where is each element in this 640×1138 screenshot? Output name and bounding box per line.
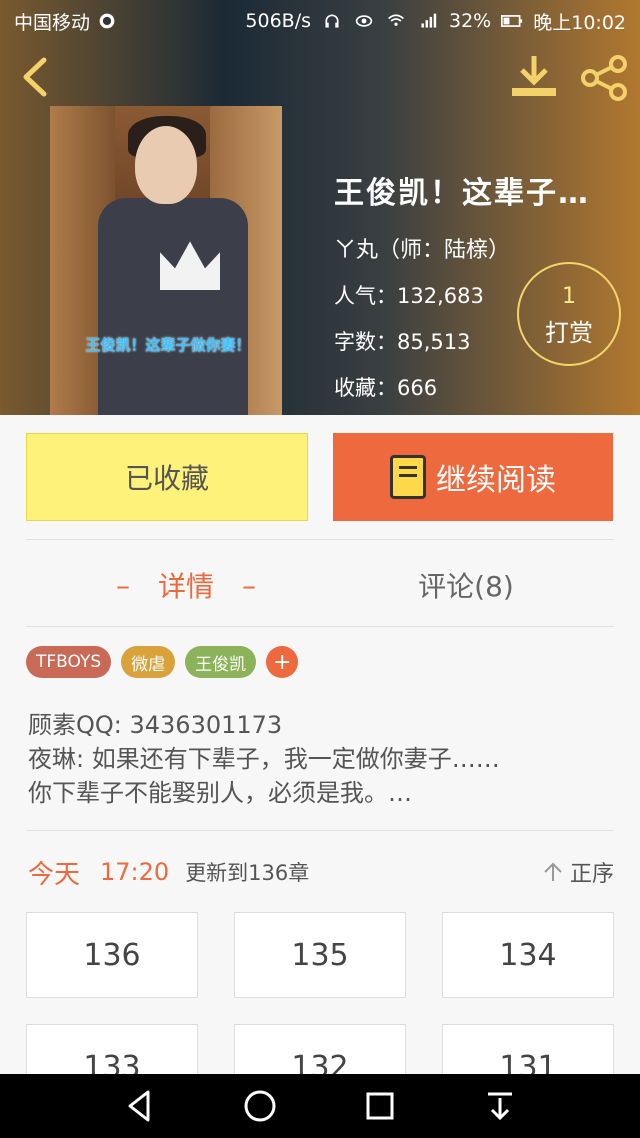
plus-icon: + bbox=[272, 649, 292, 675]
chapter-button[interactable]: 135 bbox=[234, 912, 406, 998]
update-row: 今天 17:20 更新到136章 正序 bbox=[28, 852, 614, 892]
update-day: 今天 bbox=[28, 859, 81, 890]
action-buttons: 已收藏 继续阅读 bbox=[0, 433, 640, 523]
tab-details-label: 详情 bbox=[157, 570, 214, 603]
book-author: ㄚ丸（师：陆榇） bbox=[334, 238, 511, 263]
notification-icon bbox=[99, 13, 115, 29]
circle-home-icon bbox=[244, 1090, 276, 1122]
reward-button[interactable]: 1 打赏 bbox=[517, 262, 621, 366]
book-description[interactable]: 顾素QQ: 3436301173 夜琳: 如果还有下辈子，我一定做你妻子…… 你… bbox=[28, 708, 618, 810]
favorites-row: 收藏：666 bbox=[334, 372, 634, 402]
tab-dash-left: – bbox=[115, 568, 130, 602]
battery-percent: 32% bbox=[449, 10, 492, 32]
word-count-value: 85,513 bbox=[397, 330, 471, 354]
carrier: 中国移动 bbox=[14, 8, 118, 35]
description-line: 顾素QQ: 3436301173 bbox=[28, 711, 283, 739]
nav-home-button[interactable] bbox=[240, 1086, 280, 1126]
nav-back-button[interactable] bbox=[120, 1086, 160, 1126]
eye-icon bbox=[355, 15, 373, 27]
book-title: 王俊凯！这辈子… bbox=[334, 176, 590, 211]
popularity-value: 132,683 bbox=[397, 284, 484, 308]
triangle-back-icon bbox=[128, 1090, 150, 1122]
update-text: 更新到136章 bbox=[185, 861, 310, 885]
divider bbox=[26, 830, 614, 831]
reward-count: 1 bbox=[562, 284, 576, 309]
book-cover[interactable]: 王俊凯！这辈子做你妻！ bbox=[50, 106, 282, 415]
reward-label: 打赏 bbox=[545, 319, 593, 347]
tag-list: TFBOYS 微虐 王俊凯 + bbox=[26, 646, 299, 678]
share-button[interactable] bbox=[578, 54, 630, 102]
headphones-icon bbox=[325, 14, 339, 28]
download-button[interactable] bbox=[508, 52, 560, 100]
tag-item[interactable]: 微虐 bbox=[121, 646, 176, 678]
popularity-label: 人气： bbox=[334, 284, 397, 308]
square-recents-icon bbox=[366, 1092, 394, 1120]
net-speed: 506B/s bbox=[245, 10, 311, 32]
detail-tabs: – 详情 – 评论(8) bbox=[26, 545, 614, 625]
battery-icon bbox=[501, 15, 523, 27]
cover-figure-body bbox=[98, 198, 248, 415]
share-icon bbox=[581, 55, 627, 101]
collected-label: 已收藏 bbox=[124, 462, 209, 495]
chapter-button[interactable]: 134 bbox=[442, 912, 614, 998]
cover-figure-head bbox=[135, 126, 197, 204]
system-nav-bar bbox=[0, 1074, 640, 1138]
tag-item[interactable]: 王俊凯 bbox=[185, 646, 257, 678]
description-line: 夜琳: 如果还有下辈子，我一定做你妻子…… bbox=[28, 745, 500, 773]
cover-caption: 王俊凯！这辈子做你妻！ bbox=[85, 336, 251, 354]
back-button[interactable] bbox=[14, 54, 60, 100]
carrier-name: 中国移动 bbox=[14, 11, 91, 34]
favorites-label: 收藏： bbox=[334, 376, 397, 400]
update-time: 17:20 bbox=[100, 858, 170, 886]
tab-comments[interactable]: 评论(8) bbox=[386, 563, 546, 607]
continue-reading-button[interactable]: 继续阅读 bbox=[333, 433, 613, 521]
clock: 晚上10:02 bbox=[533, 11, 626, 34]
tag-item[interactable]: TFBOYS bbox=[26, 646, 112, 678]
tab-dash-right: – bbox=[242, 568, 256, 602]
nav-notifications-button[interactable] bbox=[480, 1086, 520, 1126]
divider bbox=[26, 539, 614, 540]
sort-order-label: 正序 bbox=[569, 862, 614, 887]
status-bar: 中国移动 506B/s 32% 晚上10:02 bbox=[0, 0, 640, 42]
wifi-icon bbox=[388, 14, 404, 26]
book-icon bbox=[390, 455, 426, 499]
chapter-button[interactable]: 136 bbox=[26, 912, 198, 998]
signal-icon bbox=[421, 13, 437, 28]
top-bar bbox=[0, 44, 640, 114]
nav-recents-button[interactable] bbox=[360, 1086, 400, 1126]
tab-details[interactable]: – 详情 – bbox=[96, 563, 276, 607]
description-line: 你下辈子不能娶别人，必须是我。… bbox=[28, 779, 412, 807]
sort-order-button[interactable]: 正序 bbox=[542, 856, 614, 888]
continue-reading-label: 继续阅读 bbox=[436, 463, 556, 498]
arrow-up-icon bbox=[544, 862, 562, 881]
tab-comments-label: 评论(8) bbox=[418, 570, 514, 603]
status-right: 506B/s 32% 晚上10:02 bbox=[245, 8, 626, 35]
download-icon bbox=[512, 56, 556, 96]
favorites-value: 666 bbox=[397, 376, 438, 400]
divider bbox=[26, 626, 614, 627]
add-tag-button[interactable]: + bbox=[266, 646, 299, 678]
collected-button[interactable]: 已收藏 bbox=[26, 433, 308, 521]
word-count-label: 字数： bbox=[334, 330, 397, 354]
book-header: 中国移动 506B/s 32% 晚上10:02 王俊凯！这辈子做你妻！ 王俊凯！… bbox=[0, 0, 640, 415]
back-arrow-icon bbox=[23, 57, 47, 97]
pull-down-icon bbox=[488, 1092, 512, 1121]
